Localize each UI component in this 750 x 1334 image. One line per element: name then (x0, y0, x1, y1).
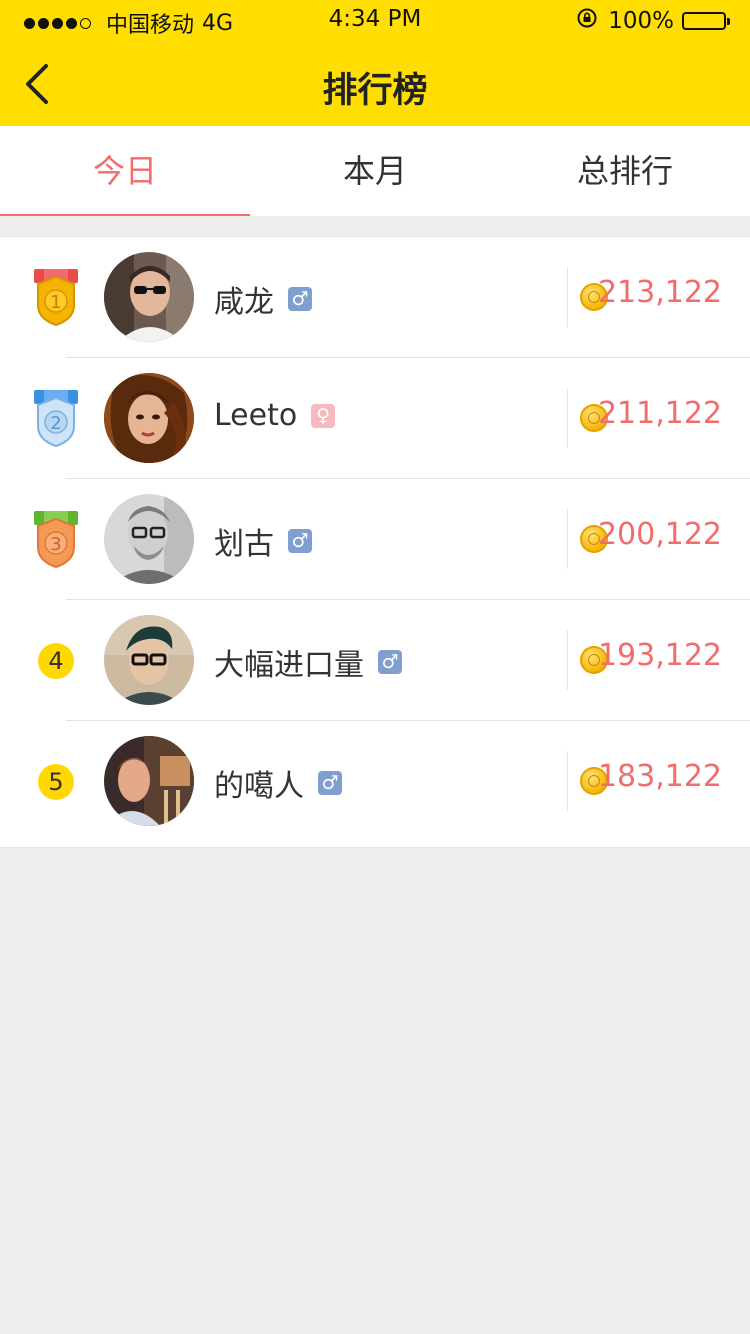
user-name: 划古 ♂ (214, 519, 312, 563)
male-icon: ♂ (288, 287, 312, 311)
male-icon: ♂ (288, 529, 312, 553)
rank-circle-icon: 4 (38, 643, 74, 679)
user-name-text: Leeto (214, 398, 298, 433)
divider (567, 630, 568, 690)
avatar[interactable] (104, 494, 194, 584)
user-name: 咸龙 ♂ (214, 277, 312, 321)
avatar[interactable] (104, 736, 194, 826)
ranking-row[interactable]: 5 的噶人 ♂ 183,122 (0, 721, 750, 842)
battery-percent: 100% (608, 7, 674, 34)
status-right: 100% (576, 7, 730, 34)
tab-total[interactable]: 总排行 (500, 126, 750, 216)
user-name-text: 咸龙 (214, 285, 274, 320)
status-bar: 中国移动 4G 4:34 PM 100% (0, 0, 750, 40)
rank-number: 2 (50, 413, 61, 434)
rank-circle-icon: 5 (38, 764, 74, 800)
user-name: 大幅进口量 ♂ (214, 640, 402, 684)
ranking-row[interactable]: 1 咸龙 ♂ 213,122 (0, 237, 750, 358)
silver-medal-icon: 2 (30, 388, 82, 450)
user-name-text: 划古 (214, 527, 274, 562)
tab-today[interactable]: 今日 (0, 126, 250, 216)
rank-number: 1 (50, 292, 61, 313)
rank-number: 3 (50, 534, 61, 555)
avatar[interactable] (104, 615, 194, 705)
divider (567, 388, 568, 448)
score-value: 200,122 (597, 517, 722, 552)
page-title: 排行榜 (322, 71, 428, 111)
score-value: 213,122 (597, 275, 722, 310)
score-value: 211,122 (597, 396, 722, 431)
divider (567, 751, 568, 811)
ranking-row[interactable]: 2 Leeto ♀ 211,122 (0, 358, 750, 479)
battery-icon (682, 11, 730, 30)
nav-bar: 排行榜 (0, 40, 750, 126)
score-value: 193,122 (597, 638, 722, 673)
gold-medal-icon: 1 (30, 267, 82, 329)
score-value: 183,122 (597, 759, 722, 794)
female-icon: ♀ (311, 403, 336, 428)
divider (567, 509, 568, 569)
male-icon: ♂ (378, 650, 402, 674)
active-tab-indicator (0, 214, 250, 216)
rotation-lock-icon (576, 7, 598, 34)
tab-month[interactable]: 本月 (250, 126, 500, 216)
male-icon: ♂ (318, 771, 342, 795)
avatar[interactable] (104, 373, 194, 463)
ranking-row[interactable]: 3 划古 ♂ 200,122 (0, 479, 750, 600)
user-name: Leeto ♀ (214, 398, 336, 433)
tab-bar: 今日 本月 总排行 (0, 126, 750, 216)
user-name: 的噶人 ♂ (214, 761, 342, 805)
ranking-list: 1 咸龙 ♂ 213,122 2 Leeto ♀ 211,122 3 划古 ♂ … (0, 236, 750, 848)
user-name-text: 大幅进口量 (214, 648, 364, 683)
avatar[interactable] (104, 252, 194, 342)
user-name-text: 的噶人 (214, 769, 304, 804)
divider (567, 267, 568, 327)
ranking-row[interactable]: 4 大幅进口量 ♂ 193,122 (0, 600, 750, 721)
bronze-medal-icon: 3 (30, 509, 82, 571)
